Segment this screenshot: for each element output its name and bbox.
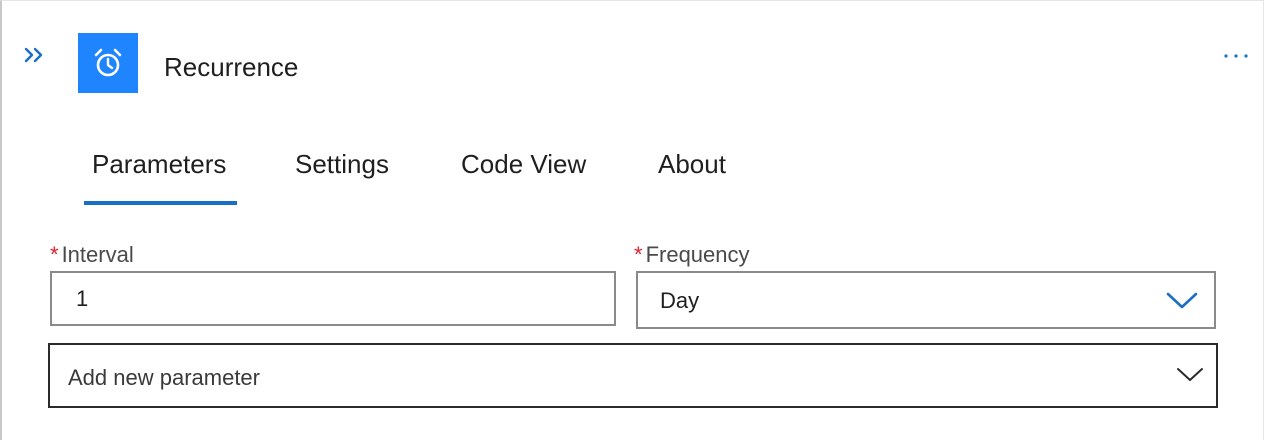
selected-tab-indicator [84, 201, 237, 205]
frequency-label: * Frequency [634, 241, 750, 269]
alarm-clock-icon [78, 33, 138, 93]
interval-label: * Interval [50, 241, 134, 269]
frequency-value: Day [660, 288, 700, 313]
add-new-parameter-placeholder: Add new parameter [68, 365, 260, 390]
interval-input[interactable]: 1 [50, 271, 616, 326]
tab-parameters[interactable]: Parameters [92, 141, 226, 187]
frequency-label-text: Frequency [645, 242, 750, 267]
recurrence-action-card: Recurrence Parameters Settings Code View… [0, 0, 1264, 440]
chevron-down-icon[interactable] [1166, 291, 1198, 316]
more-options-icon[interactable] [1220, 41, 1254, 71]
frequency-dropdown[interactable]: Day [636, 271, 1216, 329]
tab-settings[interactable]: Settings [295, 141, 389, 187]
tab-about[interactable]: About [658, 141, 726, 187]
add-new-parameter-dropdown[interactable]: Add new parameter [48, 343, 1218, 408]
required-asterisk: * [634, 242, 643, 267]
chevron-down-icon[interactable] [1176, 366, 1204, 389]
required-asterisk: * [50, 242, 59, 267]
action-title[interactable]: Recurrence [164, 51, 298, 83]
interval-value: 1 [76, 286, 89, 311]
tab-code-view[interactable]: Code View [461, 141, 586, 187]
expand-collapse-icon[interactable] [20, 43, 50, 67]
interval-label-text: Interval [61, 242, 134, 267]
